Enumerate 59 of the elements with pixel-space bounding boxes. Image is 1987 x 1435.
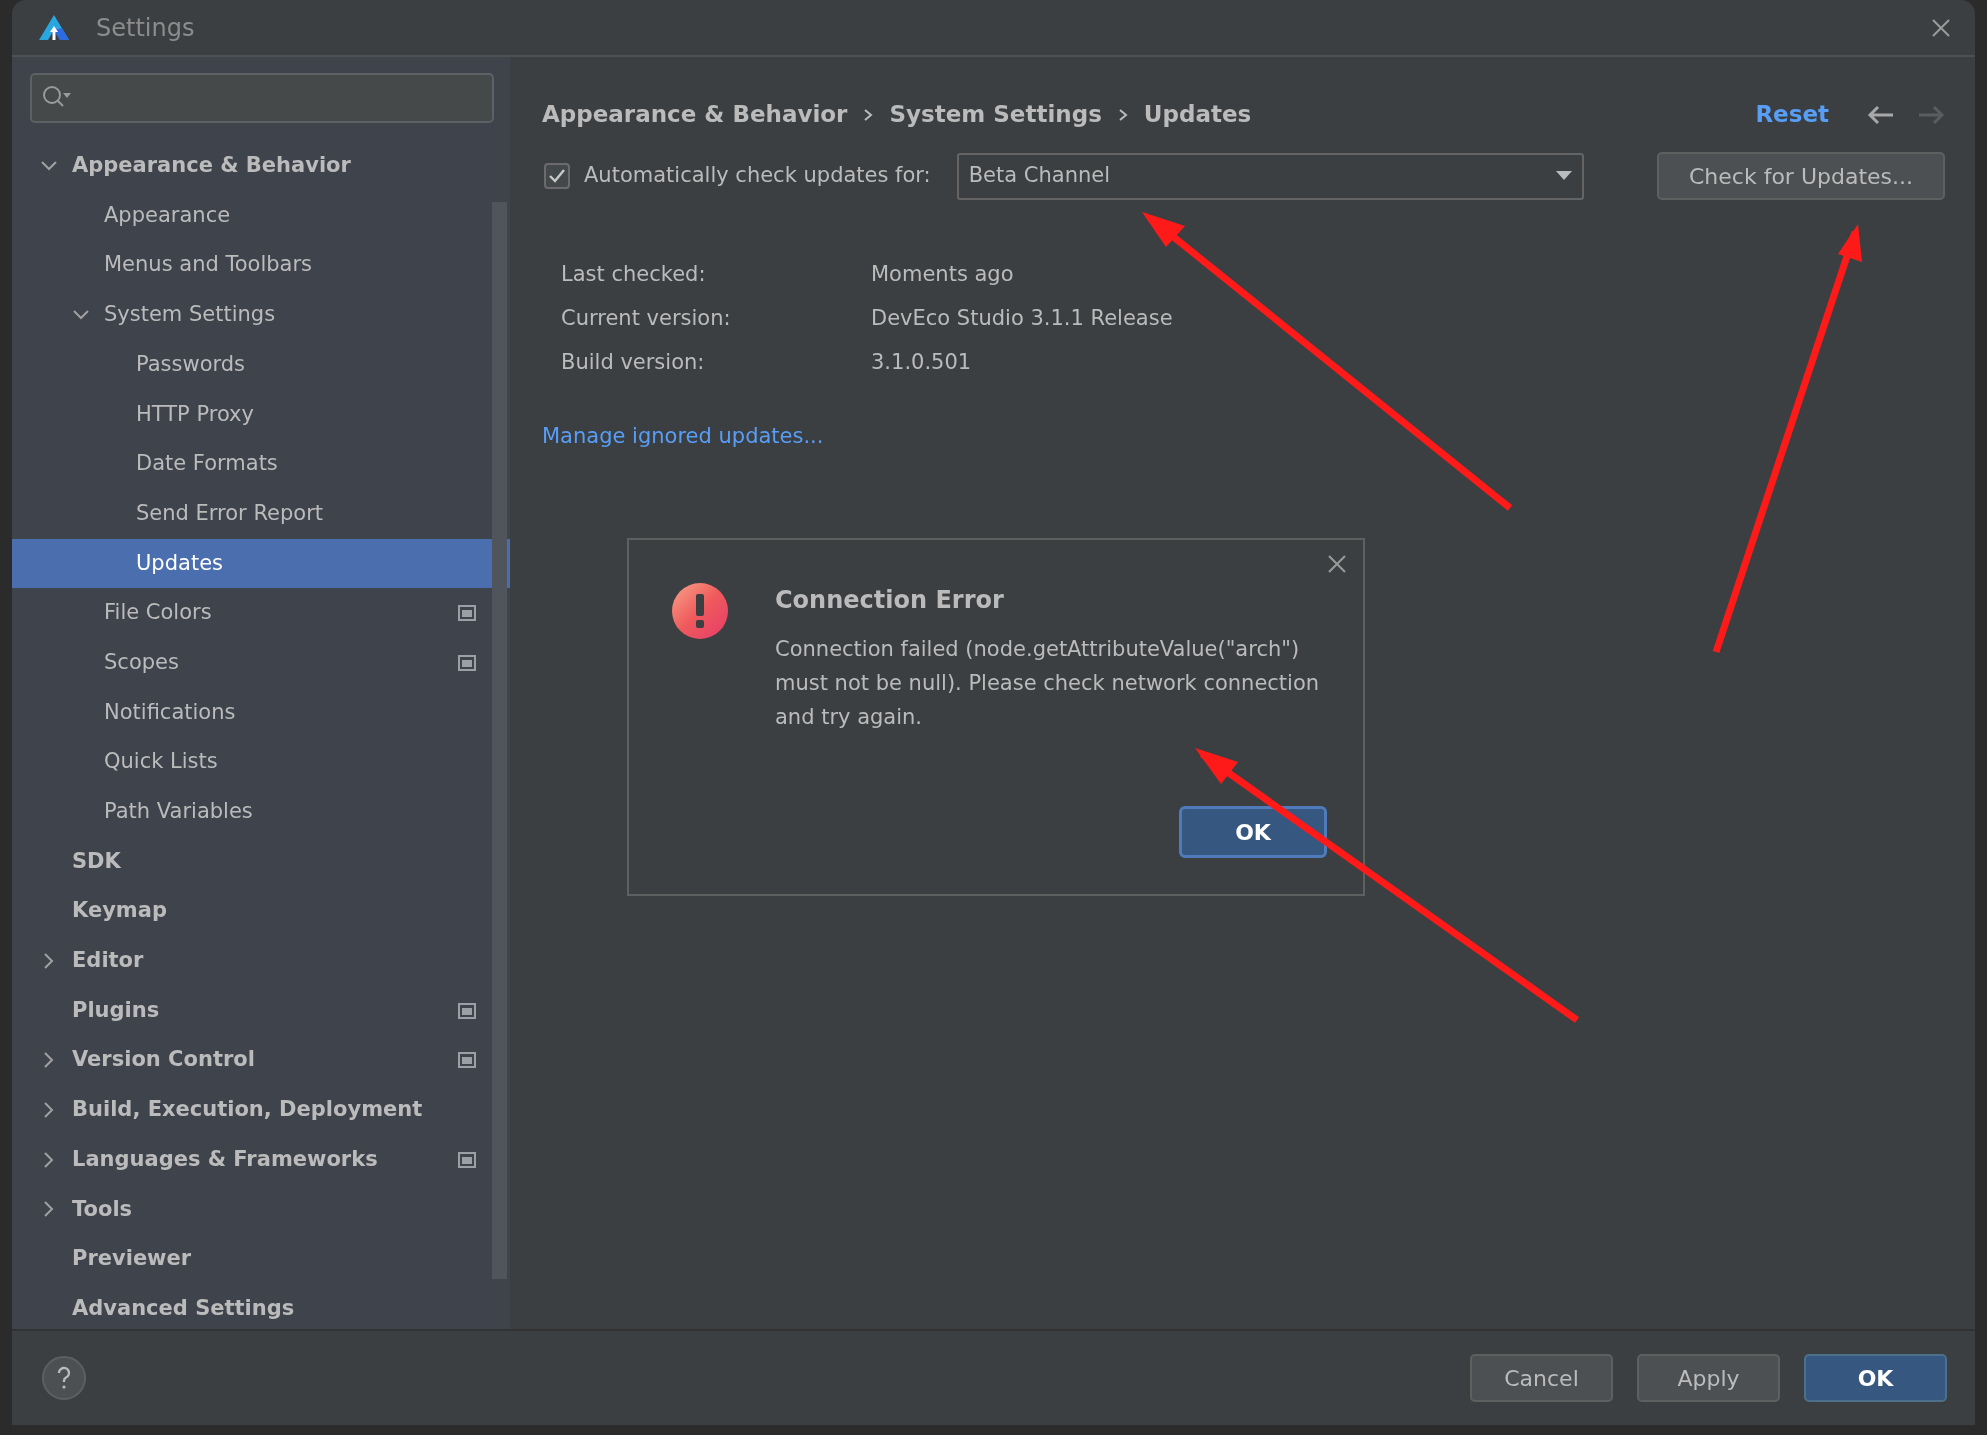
tree-item[interactable]: Editor xyxy=(12,936,510,986)
close-icon[interactable] xyxy=(1931,17,1951,38)
ok-button[interactable]: OK xyxy=(1179,806,1327,858)
tree-item[interactable]: Languages & Frameworks xyxy=(12,1134,510,1185)
tree-item[interactable]: Date Formats xyxy=(12,439,510,489)
tree-item[interactable]: Previewer xyxy=(12,1234,510,1284)
dialog-title: Connection Error xyxy=(775,585,1005,616)
info-label: Build version: xyxy=(561,349,706,377)
info-value: 3.1.0.501 xyxy=(871,349,972,377)
tree-item[interactable]: Path Variables xyxy=(12,786,510,837)
chevron-right-icon xyxy=(863,107,874,122)
tree-item[interactable]: Build, Execution, Deployment xyxy=(12,1085,510,1135)
tree-item[interactable]: Menus and Toolbars xyxy=(12,240,510,291)
tree-item[interactable]: Advanced Settings xyxy=(12,1283,510,1334)
tree-item[interactable]: Updates xyxy=(12,538,510,589)
info-value: DevEco Studio 3.1.1 Release xyxy=(871,305,1173,333)
tree-item[interactable]: File Colors xyxy=(12,588,510,638)
info-value: Moments ago xyxy=(871,261,1014,289)
info-label: Current version: xyxy=(561,305,732,333)
breadcrumb-item[interactable]: Updates xyxy=(1143,97,1252,132)
tree-item[interactable]: System Settings xyxy=(12,290,510,340)
tree-item[interactable]: Scopes xyxy=(12,637,510,688)
tree-item[interactable]: Keymap xyxy=(12,886,510,936)
question-mark-icon xyxy=(56,1366,72,1390)
help-button[interactable] xyxy=(42,1356,86,1400)
window-title: Settings xyxy=(96,12,195,44)
scrollbar[interactable] xyxy=(492,202,507,1279)
app-logo-icon xyxy=(38,13,70,42)
checkmark-icon xyxy=(548,168,566,184)
search-field[interactable] xyxy=(30,73,494,123)
breadcrumb-item[interactable]: System Settings xyxy=(889,97,1102,132)
reset-link[interactable]: Reset xyxy=(1755,97,1829,132)
tree-item[interactable]: Quick Lists xyxy=(12,737,510,787)
tree-item[interactable]: HTTP Proxy xyxy=(12,389,510,440)
back-arrow-icon[interactable] xyxy=(1867,103,1895,126)
tree-item[interactable]: Notifications xyxy=(12,687,510,738)
tree-item[interactable]: Appearance & Behavior xyxy=(12,141,510,191)
chevron-right-icon xyxy=(1117,107,1128,122)
checkbox-label: Automatically check updates for: xyxy=(584,162,931,190)
caret-icon xyxy=(1555,171,1572,181)
breadcrumb-item[interactable]: Appearance & Behavior xyxy=(542,97,848,132)
dialog-button[interactable]: Apply xyxy=(1637,1354,1780,1402)
checkbox[interactable] xyxy=(544,163,570,189)
check-updates-button[interactable]: Check for Updates... xyxy=(1657,152,1945,200)
tree-item[interactable]: Plugins xyxy=(12,985,510,1036)
tree-item[interactable]: Tools xyxy=(12,1184,510,1235)
tree-item[interactable]: Passwords xyxy=(12,339,510,390)
tree-item[interactable]: Version Control xyxy=(12,1035,510,1086)
info-label: Last checked: xyxy=(561,261,707,289)
channel-dropdown[interactable]: Beta Channel xyxy=(956,152,1584,200)
dialog-message: Connection failed (node.getAttributeValue("arch") must not be null). Please check network connection and try again. xyxy=(775,636,1321,731)
manage-ignored-updates-link[interactable]: Manage ignored updates... xyxy=(542,424,824,448)
tree-item[interactable]: Send Error Report xyxy=(12,488,510,539)
dialog-button[interactable]: Cancel xyxy=(1470,1354,1613,1402)
dialog-button[interactable]: OK xyxy=(1804,1354,1947,1402)
close-icon[interactable] xyxy=(1327,554,1347,574)
tree-item[interactable]: Appearance xyxy=(12,190,510,241)
error-icon xyxy=(671,582,729,640)
tree-item[interactable]: SDK xyxy=(12,836,510,887)
